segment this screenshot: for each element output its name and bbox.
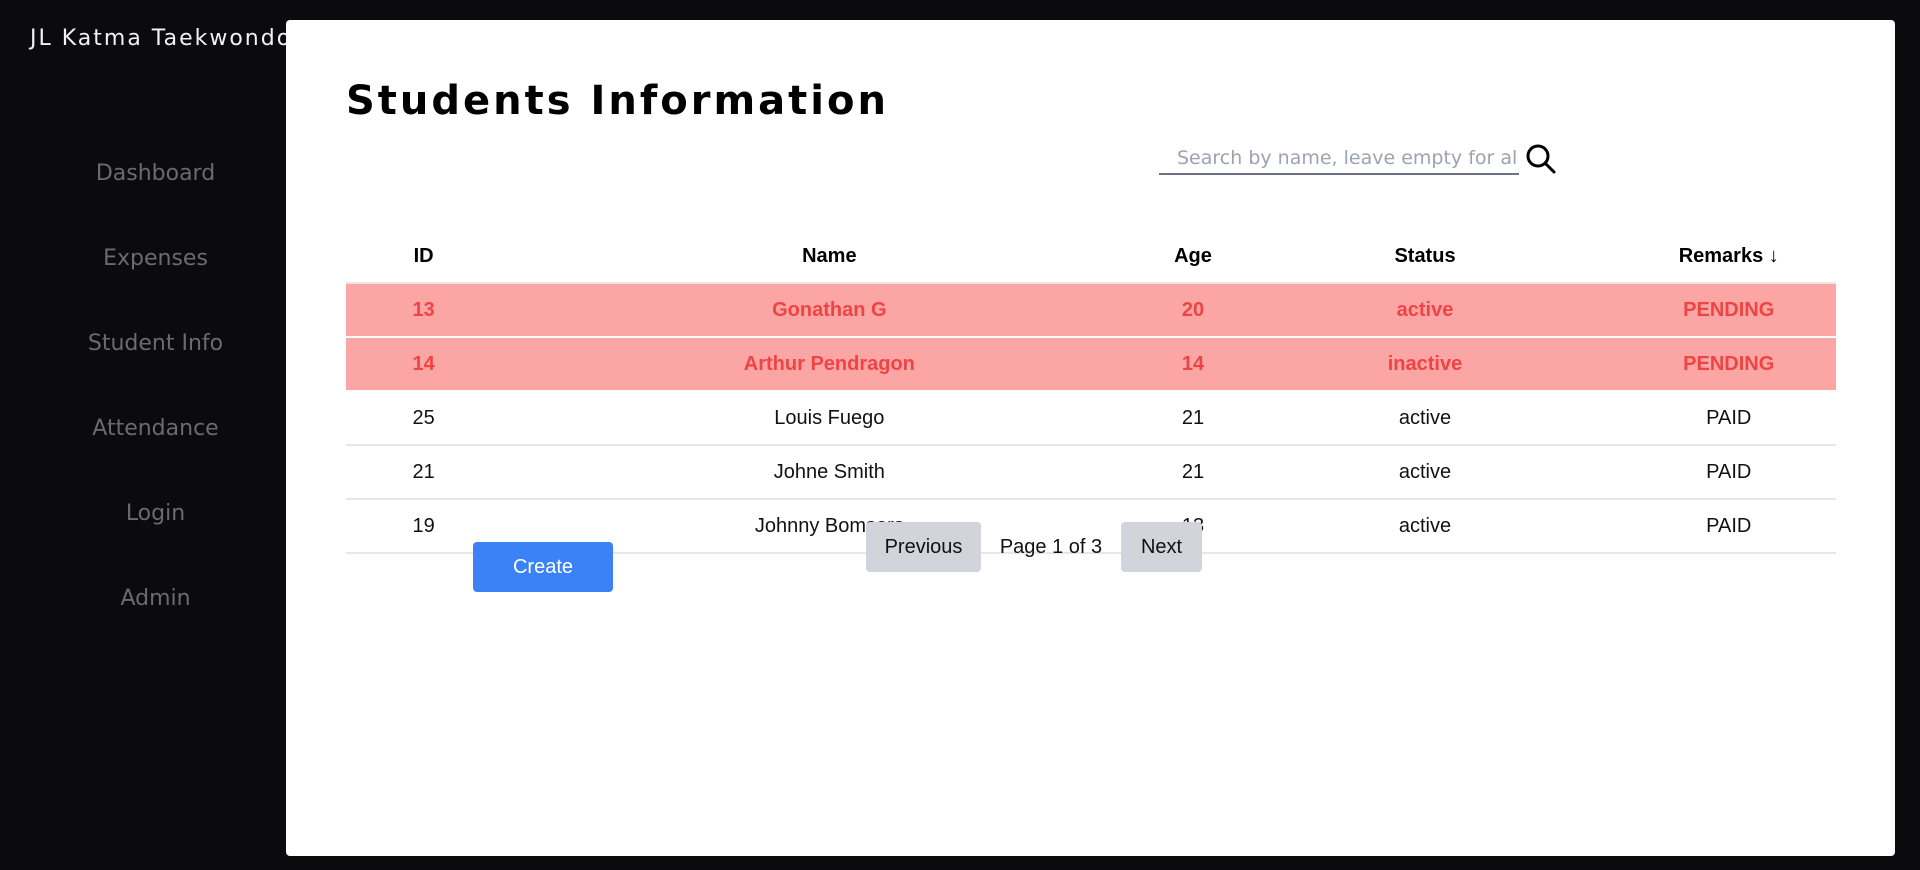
header-name[interactable]: Name <box>501 230 1158 284</box>
sidebar-item-admin[interactable]: Admin <box>0 575 311 660</box>
cell-remarks: PENDING <box>1621 337 1836 392</box>
cell-age: 20 <box>1157 283 1229 338</box>
header-id[interactable]: ID <box>346 230 502 284</box>
search-bar <box>1159 143 1559 183</box>
cell-remarks: PENDING <box>1621 283 1836 338</box>
cell-remarks: PAID <box>1621 499 1836 554</box>
cell-age: 21 <box>1157 445 1229 500</box>
cell-remarks: PAID <box>1621 391 1836 446</box>
header-status[interactable]: Status <box>1228 230 1622 284</box>
cell-name: Arthur Pendragon <box>501 337 1158 392</box>
cell-name: Gonathan G <box>501 283 1158 338</box>
cell-status: active <box>1228 499 1622 554</box>
sidebar-item-login[interactable]: Login <box>0 490 311 575</box>
students-table-container: ID Name Age Status Remarks ↓ 13 Gonathan… <box>346 230 1836 554</box>
next-button[interactable]: Next <box>1121 522 1202 572</box>
table-row[interactable]: 25 Louis Fuego 21 active PAID <box>346 391 1836 446</box>
cell-id: 25 <box>346 391 502 446</box>
students-table: ID Name Age Status Remarks ↓ 13 Gonathan… <box>346 230 1836 554</box>
cell-status: active <box>1228 283 1622 338</box>
table-header-row: ID Name Age Status Remarks ↓ <box>346 230 1836 284</box>
cell-status: active <box>1228 391 1622 446</box>
cell-age: 21 <box>1157 391 1229 446</box>
cell-status: active <box>1228 445 1622 500</box>
sidebar-item-dashboard[interactable]: Dashboard <box>0 150 311 235</box>
cell-id: 13 <box>346 283 502 338</box>
table-row[interactable]: 21 Johne Smith 21 active PAID <box>346 445 1836 500</box>
create-button[interactable]: Create <box>473 542 613 592</box>
search-input[interactable] <box>1159 143 1519 175</box>
cell-remarks: PAID <box>1621 445 1836 500</box>
sidebar: JL Katma Taekwondo Dashboard Expenses St… <box>0 0 290 870</box>
page-indicator: Page 1 of 3 <box>999 535 1103 558</box>
main-panel: Students Information ID Name Age Status … <box>286 20 1895 856</box>
sidebar-item-student-info[interactable]: Student Info <box>0 320 311 405</box>
cell-id: 21 <box>346 445 502 500</box>
pagination: Previous Page 1 of 3 Next <box>866 522 1202 572</box>
cell-status: inactive <box>1228 337 1622 392</box>
cell-name: Louis Fuego <box>501 391 1158 446</box>
cell-name: Johne Smith <box>501 445 1158 500</box>
cell-age: 14 <box>1157 337 1229 392</box>
sidebar-nav: Dashboard Expenses Student Info Attendan… <box>0 150 311 660</box>
table-row[interactable]: 13 Gonathan G 20 active PENDING <box>346 283 1836 338</box>
search-icon[interactable] <box>1525 143 1557 175</box>
previous-button[interactable]: Previous <box>866 522 981 572</box>
brand-title: JL Katma Taekwondo <box>30 26 293 51</box>
table-row[interactable]: 14 Arthur Pendragon 14 inactive PENDING <box>346 337 1836 392</box>
sidebar-item-attendance[interactable]: Attendance <box>0 405 311 490</box>
cell-id: 14 <box>346 337 502 392</box>
header-age[interactable]: Age <box>1157 230 1229 284</box>
sidebar-item-expenses[interactable]: Expenses <box>0 235 311 320</box>
header-remarks[interactable]: Remarks ↓ <box>1621 230 1836 284</box>
page-title: Students Information <box>346 78 889 124</box>
